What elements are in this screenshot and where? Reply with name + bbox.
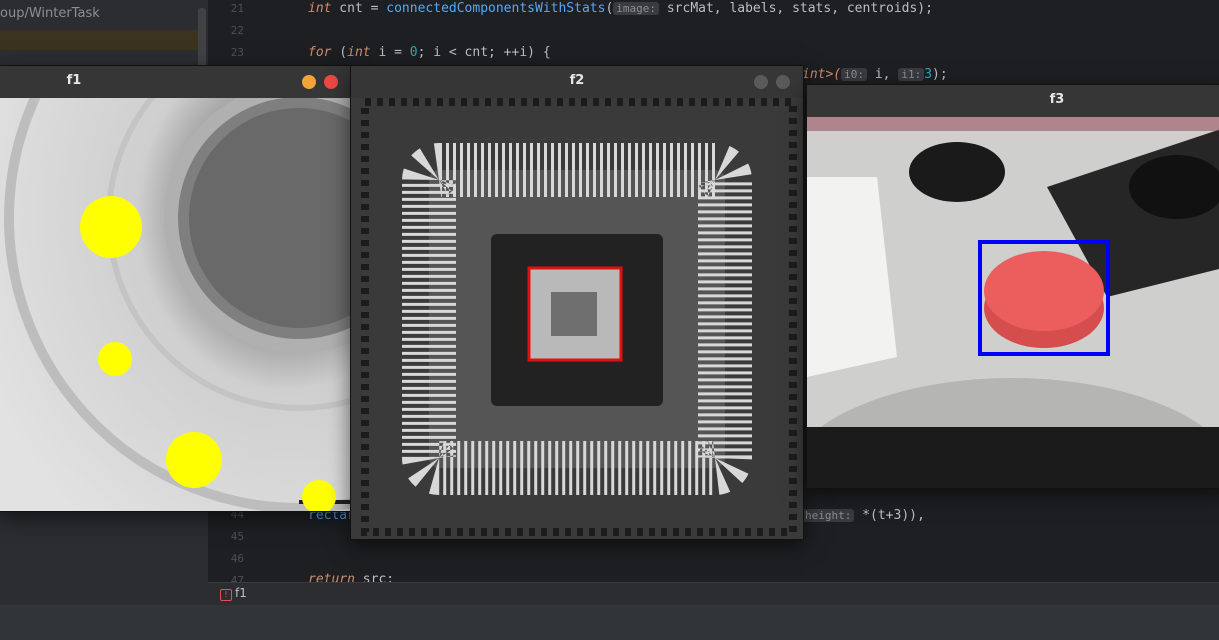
run-tab-bar: ! f1 xyxy=(208,582,1219,606)
window-f2-title: f2 xyxy=(569,73,585,88)
parameter-hint: i0: xyxy=(841,68,868,81)
error-icon: ! xyxy=(220,589,232,601)
window-f1-title: f1 xyxy=(66,73,82,88)
close-button[interactable] xyxy=(776,75,790,89)
detected-circle xyxy=(166,432,222,488)
function-name: connectedComponentsWithStats xyxy=(386,1,606,16)
line-number: 22 xyxy=(230,24,244,37)
code-text: ; i < cnt; ++i) { xyxy=(417,45,551,60)
window-f1-titlebar[interactable]: f1 xyxy=(0,66,351,98)
close-button[interactable] xyxy=(324,75,338,89)
line-number: 45 xyxy=(230,530,244,543)
number-literal: 0 xyxy=(409,45,418,60)
code-text: i = xyxy=(370,45,410,60)
keyboard xyxy=(807,427,1219,488)
die-core xyxy=(551,292,597,336)
window-f2[interactable]: f2 xyxy=(350,65,804,540)
code-text: *(t+3)), xyxy=(854,508,925,523)
code-text: ); xyxy=(932,67,948,82)
image-f1-canvas xyxy=(0,98,351,511)
line-number: 23 xyxy=(230,46,244,59)
keyword: int xyxy=(308,1,332,16)
code-line-24-tail: int>(i0: i, i1: 3); xyxy=(802,67,948,82)
code-text: cnt = xyxy=(331,1,387,16)
parameter-hint: image: xyxy=(613,2,660,15)
image-f2 xyxy=(351,98,803,539)
project-scrollbar[interactable] xyxy=(198,8,206,68)
detected-circle xyxy=(80,196,142,258)
parameter-hint: height: xyxy=(802,509,855,522)
image-f3 xyxy=(807,117,1219,488)
keyword: for xyxy=(308,45,332,60)
code-text: ( xyxy=(331,45,348,60)
code-line-44-tail: height: *(t+3)), xyxy=(802,508,925,523)
bottom-toolbar xyxy=(0,605,1219,640)
minimize-button[interactable] xyxy=(754,75,768,89)
code-text: srcMat, labels, stats, centroids); xyxy=(659,1,933,16)
window-f3-titlebar[interactable]: f3 xyxy=(807,85,1219,117)
code-line-23: for (int i = 0; i < cnt; ++i) { xyxy=(308,45,551,60)
selected-row-highlight xyxy=(0,30,198,50)
project-path[interactable]: oup/WinterTask xyxy=(0,6,100,21)
code-text: i, xyxy=(867,67,899,82)
detected-circle xyxy=(98,342,132,376)
parameter-hint: i1: xyxy=(898,68,925,81)
window-f2-titlebar[interactable]: f2 xyxy=(351,66,803,98)
line-number: 21 xyxy=(230,2,244,15)
top-edge xyxy=(807,117,1219,131)
number-literal: 3 xyxy=(924,67,933,82)
keyword: int xyxy=(347,45,371,60)
minimize-button[interactable] xyxy=(302,75,316,89)
image-f1 xyxy=(0,98,351,511)
run-tab-f1[interactable]: f1 xyxy=(235,586,247,600)
code-line-21: int cnt = connectedComponentsWithStats(i… xyxy=(308,1,933,16)
window-f3[interactable]: f3 xyxy=(806,84,1219,489)
line-number: 46 xyxy=(230,552,244,565)
image-f2-canvas xyxy=(351,98,803,539)
image-f3-canvas xyxy=(807,117,1219,488)
mouse-left xyxy=(909,142,1005,202)
red-object-top xyxy=(984,251,1104,331)
window-f1[interactable]: f1 xyxy=(0,65,352,512)
window-f3-title: f3 xyxy=(1049,92,1065,107)
template-text: int>( xyxy=(802,67,842,82)
